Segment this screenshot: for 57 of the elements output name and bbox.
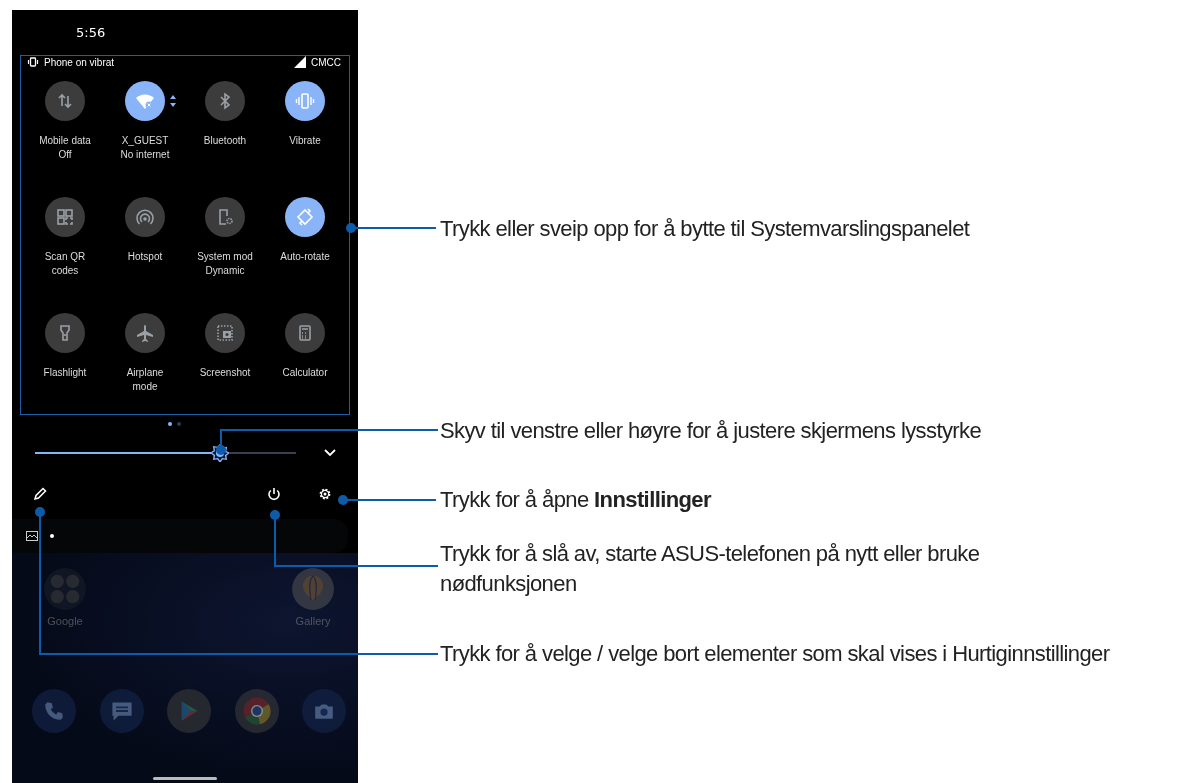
tile-label: Bluetooth bbox=[202, 134, 248, 148]
tile-label: System mod Dynamic bbox=[196, 250, 254, 278]
vibrate-icon bbox=[295, 91, 315, 111]
quick-tile-button[interactable] bbox=[45, 81, 85, 121]
quick-tile-button[interactable] bbox=[285, 313, 325, 353]
tile-label: Screenshot bbox=[198, 366, 252, 380]
camera-app-icon[interactable] bbox=[302, 689, 346, 733]
hotspot-icon bbox=[135, 207, 155, 227]
quick-tile-button[interactable] bbox=[205, 197, 245, 237]
notification-dot bbox=[50, 534, 54, 538]
tile-label: X_GUEST No internet bbox=[119, 134, 171, 162]
phone-app-icon[interactable] bbox=[32, 689, 76, 733]
quick-tile-button[interactable] bbox=[125, 81, 165, 121]
tile-label: Auto-rotate bbox=[279, 250, 331, 264]
chrome-app-icon[interactable] bbox=[234, 689, 279, 733]
brightness-slider[interactable] bbox=[35, 444, 296, 462]
power-icon[interactable] bbox=[267, 487, 281, 501]
quick-tile-button[interactable] bbox=[125, 197, 165, 237]
annotation-text: Trykk for å slå av, starte ASUS-telefonen på nytt eller bruke nødfunksjonen bbox=[440, 540, 981, 598]
messages-app-icon[interactable] bbox=[99, 689, 144, 733]
rotate-icon bbox=[295, 207, 315, 227]
screenshot-icon bbox=[215, 323, 235, 343]
tile-label: Calculator bbox=[281, 366, 329, 380]
annotation-text: Skyv til venstre eller høyre for å justere skjermens lysstyrke bbox=[440, 417, 982, 445]
expand-chevron-icon[interactable] bbox=[324, 449, 336, 457]
page-indicator-dot[interactable] bbox=[167, 422, 172, 426]
annotation-text: Trykk for å åpne Innstillinger bbox=[440, 486, 711, 514]
airplane-icon bbox=[135, 323, 155, 343]
quick-tile-button[interactable] bbox=[45, 197, 85, 237]
annotation-text: Trykk eller sveip opp for å bytte til Systemvarslingspanelet bbox=[440, 215, 970, 243]
vibrate-icon bbox=[27, 57, 39, 67]
tile-label: Scan QR codes bbox=[43, 250, 87, 278]
quick-tile-button[interactable] bbox=[45, 313, 85, 353]
qr-code-icon bbox=[55, 207, 75, 227]
quick-tile-button[interactable] bbox=[125, 313, 165, 353]
quick-tile-button[interactable] bbox=[285, 197, 325, 237]
quick-tile-button[interactable] bbox=[205, 81, 245, 121]
ringer-status-text: Phone on vibrat bbox=[44, 56, 115, 68]
app-label: Google bbox=[47, 615, 83, 627]
app-label: Gallery bbox=[295, 615, 331, 627]
quick-tile-button[interactable] bbox=[205, 313, 245, 353]
tile-label: Flashlight bbox=[42, 366, 88, 380]
status-time: 5:56 bbox=[76, 25, 106, 40]
settings-icon[interactable] bbox=[318, 487, 332, 501]
tile-label: Airplane mode bbox=[125, 366, 165, 394]
annotation-text: Trykk for å velge / velge bort elementer som skal vises i Hurtiginnstillinger bbox=[440, 640, 1110, 668]
edit-pencil-icon[interactable] bbox=[33, 487, 47, 501]
tile-label: Vibrate bbox=[288, 134, 322, 148]
tile-label: Mobile data Off bbox=[38, 134, 92, 162]
expand-arrows-icon[interactable] bbox=[170, 95, 176, 107]
wifi-icon bbox=[135, 91, 155, 111]
tile-label: Hotspot bbox=[126, 250, 164, 264]
image-icon bbox=[26, 531, 38, 541]
carrier-name: CMCC bbox=[311, 56, 341, 68]
signal-icon bbox=[294, 56, 306, 68]
page-indicator-dot[interactable] bbox=[176, 422, 181, 426]
quick-tile-button[interactable] bbox=[285, 81, 325, 121]
